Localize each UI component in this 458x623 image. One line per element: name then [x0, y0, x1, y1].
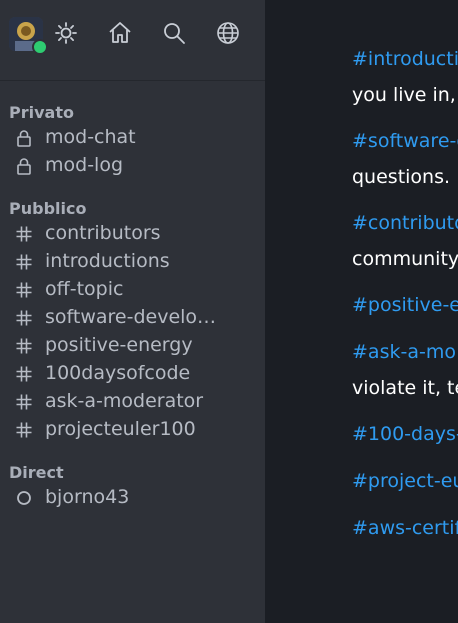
lock-icon	[15, 157, 33, 175]
sidebar-item-contributors[interactable]: contributors	[0, 220, 265, 248]
sidebar-item-positive-energy[interactable]: positive-energy	[0, 332, 265, 360]
globe-icon[interactable]	[215, 20, 241, 46]
channel-description: questions.	[352, 166, 451, 188]
lock-icon	[15, 129, 33, 147]
sidebar-item-label: projecteuler100	[45, 418, 196, 440]
channel-description: violate it, te	[352, 377, 458, 399]
channel-link-project-euler[interactable]: #project-eu	[352, 470, 458, 492]
sidebar-item-label: mod-chat	[45, 126, 136, 148]
search-icon[interactable]	[161, 20, 187, 46]
sidebar-item-off-topic[interactable]: off-topic	[0, 276, 265, 304]
section-title-public: Pubblico	[9, 199, 87, 218]
channel-link-ask-a-moderator[interactable]: #ask-a-mo	[352, 341, 456, 363]
channel-link-100-days-of-code[interactable]: #100-days-	[352, 423, 458, 445]
channel-list-content: #introducti you live in, #software-d que…	[265, 0, 458, 623]
sidebar-item-label: software-develop...	[45, 306, 225, 328]
hash-icon	[15, 421, 33, 439]
channel-link-introductions[interactable]: #introducti	[352, 48, 458, 70]
sidebar-item-ask-a-moderator[interactable]: ask-a-moderator	[0, 388, 265, 416]
sidebar-item-label: contributors	[45, 222, 161, 244]
sidebar-item-software-development[interactable]: software-develop...	[0, 304, 265, 332]
channel-link-software-development[interactable]: #software-d	[352, 130, 458, 152]
sidebar-item-introductions[interactable]: introductions	[0, 248, 265, 276]
sidebar-toolbar	[0, 0, 265, 81]
sidebar-item-mod-log[interactable]: mod-log	[0, 152, 265, 180]
hash-icon	[15, 365, 33, 383]
home-icon[interactable]	[107, 20, 133, 46]
section-title-direct: Direct	[9, 463, 64, 482]
sidebar-item-100daysofcode[interactable]: 100daysofcode	[0, 360, 265, 388]
sidebar-item-projecteuler100[interactable]: projecteuler100	[0, 416, 265, 444]
sidebar-item-label: ask-a-moderator	[45, 390, 204, 412]
sidebar-item-bjorno43[interactable]: bjorno43	[0, 484, 265, 512]
sidebar: Privato mod-chat mod-log Pubblico contri…	[0, 0, 265, 623]
sidebar-item-label: off-topic	[45, 278, 124, 300]
theme-sun-icon[interactable]	[53, 20, 79, 46]
sidebar-item-mod-chat[interactable]: mod-chat	[0, 124, 265, 152]
channel-link-aws-certification[interactable]: #aws-certif	[352, 517, 458, 539]
sidebar-item-label: mod-log	[45, 154, 124, 176]
sidebar-item-label: 100daysofcode	[45, 362, 191, 384]
channel-description: community	[352, 248, 458, 270]
sidebar-item-label: bjorno43	[45, 486, 130, 508]
hash-icon	[15, 393, 33, 411]
section-title-private: Privato	[9, 103, 74, 122]
status-circle-icon	[15, 489, 33, 507]
hash-icon	[15, 309, 33, 327]
hash-icon	[15, 253, 33, 271]
hash-icon	[15, 225, 33, 243]
channel-link-contributors[interactable]: #contributo	[352, 212, 458, 234]
hash-icon	[15, 281, 33, 299]
channel-description: you live in,	[352, 84, 456, 106]
hash-icon	[15, 337, 33, 355]
online-status-indicator	[32, 39, 48, 55]
channel-link-positive-energy[interactable]: #positive-e	[352, 294, 458, 316]
sidebar-item-label: introductions	[45, 250, 170, 272]
sidebar-item-label: positive-energy	[45, 334, 193, 356]
